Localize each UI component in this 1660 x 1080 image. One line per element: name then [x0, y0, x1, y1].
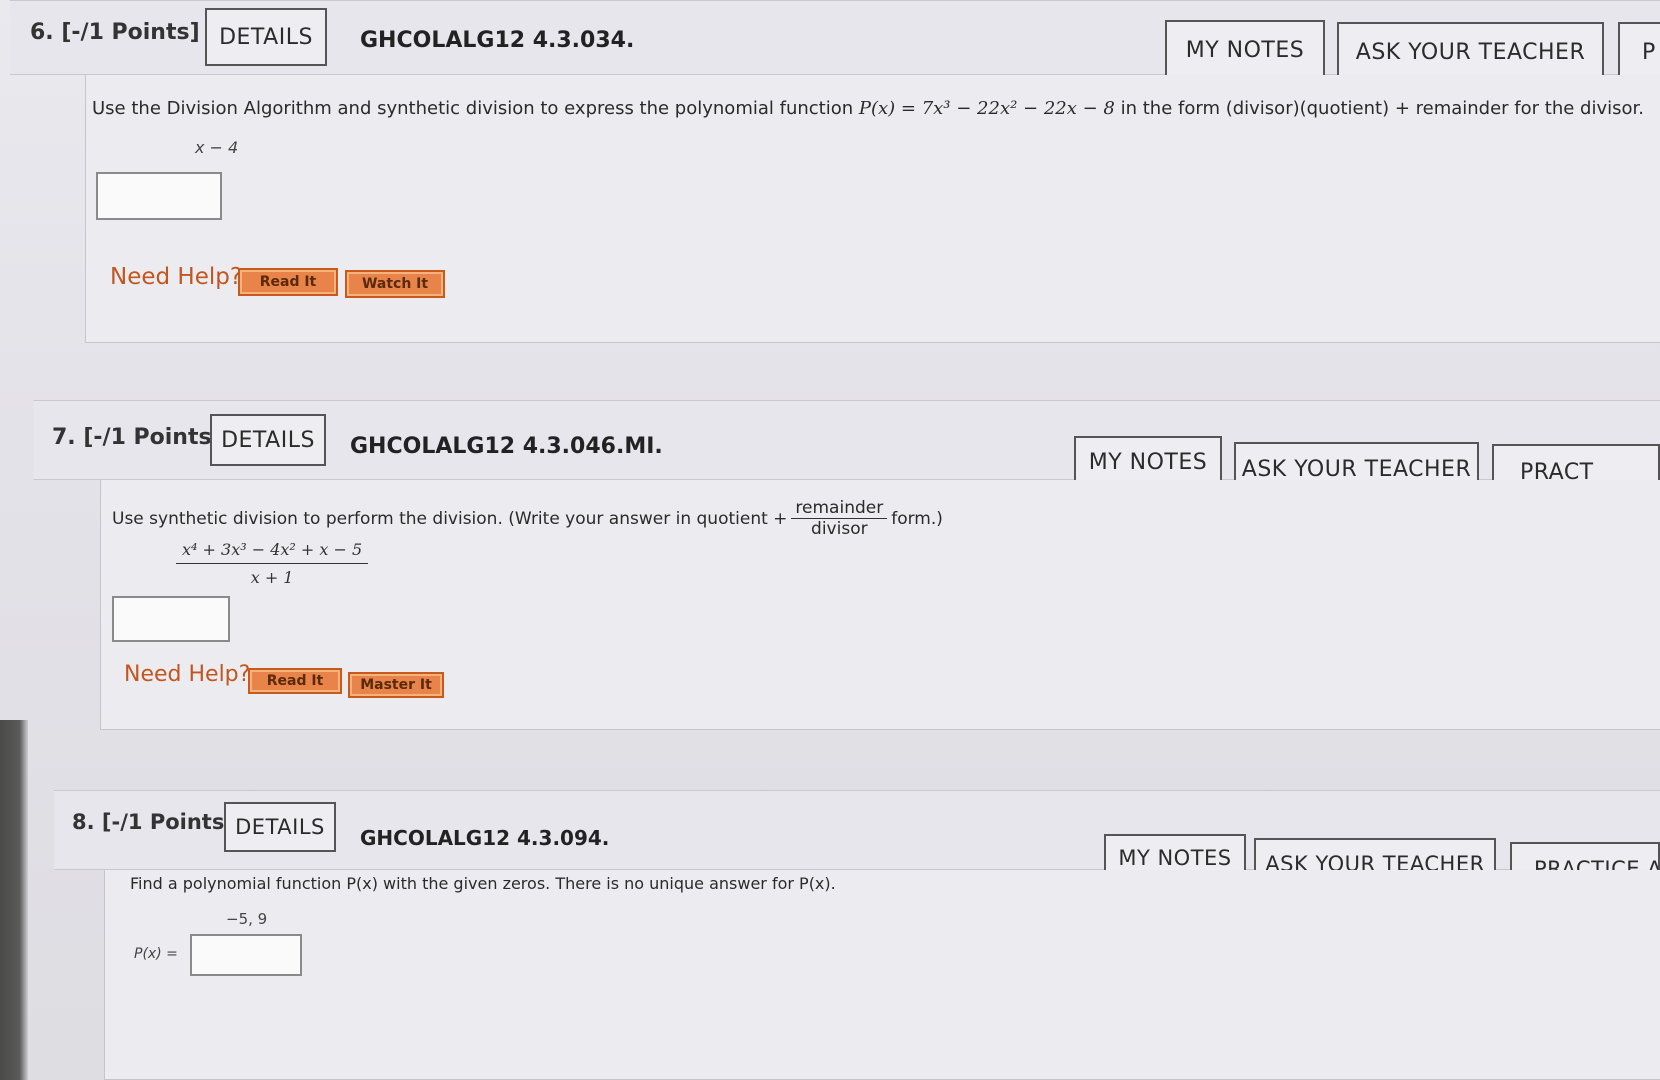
answer-input[interactable] — [190, 934, 302, 976]
my-notes-button[interactable]: MY NOTES — [1165, 20, 1325, 80]
question-6: 6. [-/1 Points] DETAILS GHCOLALG12 4.3.0… — [10, 0, 1660, 350]
ask-your-teacher-button[interactable]: ASK YOUR TEACHER — [1337, 22, 1604, 82]
page: 6. [-/1 Points] DETAILS GHCOLALG12 4.3.0… — [0, 0, 1660, 1080]
points-label: [-/1 Points] — [101, 810, 234, 834]
question-number-points: 8. [-/1 Points] — [72, 810, 234, 834]
practice-button[interactable]: P — [1618, 22, 1660, 82]
polynomial-expression: P(x) = 7x³ − 22x² − 22x − 8 — [858, 98, 1115, 119]
prompt-text-b: in the form (divisor)(quotient) + remain… — [1114, 98, 1644, 119]
read-it-label: Read It — [266, 673, 324, 689]
details-label: DETAILS — [221, 427, 315, 453]
prompt-text-a: Use synthetic division to perform the di… — [112, 508, 788, 529]
question-number: 7. — [52, 425, 76, 450]
question-7: 7. [-/1 Points] DETAILS GHCOLALG12 4.3.0… — [34, 400, 1660, 740]
watch-it-button[interactable]: Watch It — [345, 270, 445, 298]
my-notes-label: MY NOTES — [1118, 846, 1232, 870]
ask-teacher-label: ASK YOUR TEACHER — [1355, 39, 1586, 65]
dividend-expression: x⁴ + 3x³ − 4x² + x − 5 — [176, 540, 369, 564]
answer-input[interactable] — [96, 172, 222, 220]
fraction-numerator: remainder — [791, 498, 888, 519]
read-it-button[interactable]: Read It — [238, 268, 338, 296]
prompt-text-b: form.) — [891, 508, 943, 529]
details-button[interactable]: DETAILS — [205, 8, 327, 66]
watch-it-label: Watch It — [361, 276, 429, 292]
practice-label: P — [1642, 39, 1656, 65]
question-body — [104, 870, 1660, 1080]
question-code: GHCOLALG12 4.3.046.MI. — [350, 434, 663, 459]
question-number-points: 7. [-/1 Points] — [52, 425, 222, 450]
master-it-label: Master It — [360, 677, 432, 693]
master-it-button[interactable]: Master It — [348, 672, 444, 698]
monitor-bezel-edge — [0, 720, 28, 1080]
question-code: GHCOLALG12 4.3.034. — [360, 28, 635, 53]
question-code: GHCOLALG12 4.3.094. — [360, 826, 610, 850]
answer-input[interactable] — [112, 596, 230, 642]
remainder-divisor-fraction: remainder divisor — [791, 498, 888, 539]
prompt-text-a: Use the Division Algorithm and synthetic… — [92, 98, 859, 119]
question-prompt: Find a polynomial function P(x) with the… — [130, 874, 836, 893]
details-label: DETAILS — [219, 24, 313, 50]
fraction-denominator: divisor — [811, 519, 868, 539]
need-help-label: Need Help? — [124, 662, 251, 687]
divisor-label: x − 4 — [195, 138, 239, 157]
ask-teacher-label: ASK YOUR TEACHER — [1241, 456, 1472, 482]
points-label: [-/1 Points] — [61, 20, 200, 45]
points-label: [-/1 Points] — [83, 425, 222, 450]
division-expression: x⁴ + 3x³ − 4x² + x − 5 x + 1 — [176, 540, 369, 587]
details-label: DETAILS — [235, 815, 325, 839]
answer-label: P(x) = — [134, 946, 178, 962]
divisor-expression: x + 1 — [250, 568, 294, 587]
my-notes-label: MY NOTES — [1185, 37, 1305, 63]
need-help-label: Need Help? — [110, 264, 243, 290]
read-it-button[interactable]: Read It — [248, 668, 342, 694]
question-prompt: Use the Division Algorithm and synthetic… — [92, 98, 1644, 119]
my-notes-label: MY NOTES — [1088, 449, 1208, 475]
question-number: 6. — [30, 20, 54, 45]
zeros-label: −5, 9 — [226, 910, 268, 928]
question-number: 8. — [72, 810, 95, 834]
details-button[interactable]: DETAILS — [224, 802, 336, 852]
question-number-points: 6. [-/1 Points] — [30, 20, 200, 45]
question-prompt: Use synthetic division to perform the di… — [112, 498, 943, 539]
question-8: 8. [-/1 Points] DETAILS GHCOLALG12 4.3.0… — [54, 790, 1660, 1080]
read-it-label: Read It — [259, 274, 317, 290]
details-button[interactable]: DETAILS — [210, 414, 326, 466]
